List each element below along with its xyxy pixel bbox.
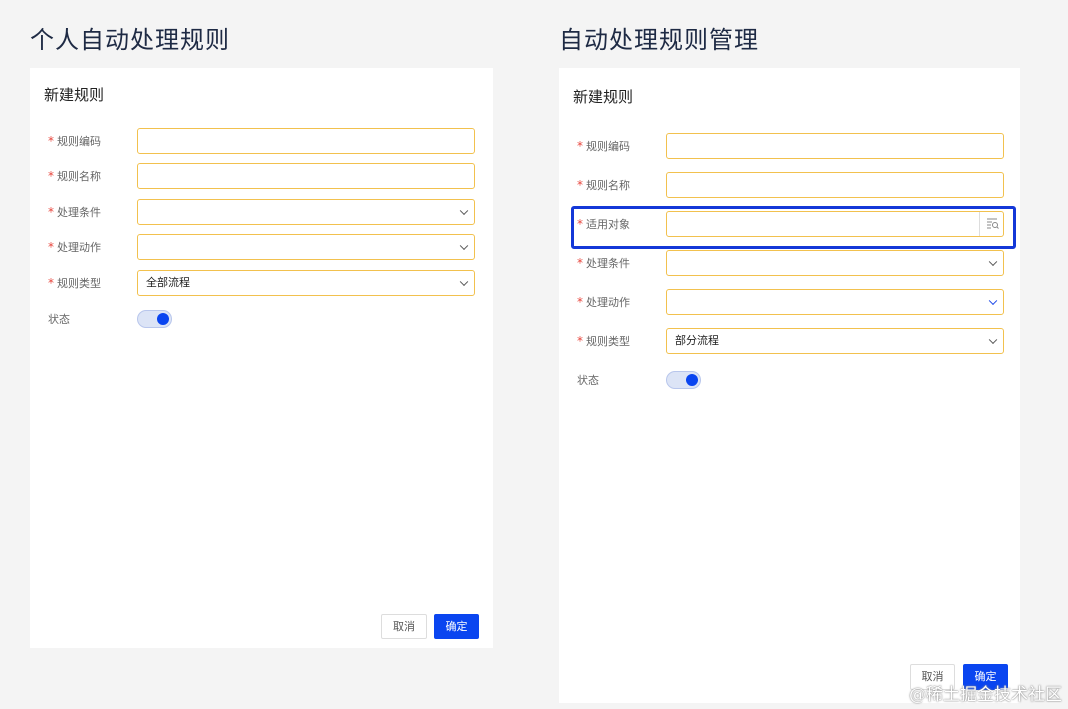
right-rule-name-input[interactable] [666, 172, 1004, 198]
toggle-knob [686, 374, 698, 386]
condition-label: 处理条件 [57, 206, 101, 219]
status-label: 状态 [48, 313, 70, 326]
rule-code-label: 规则编码 [586, 140, 630, 153]
action-label: 处理动作 [586, 296, 630, 309]
left-action-select[interactable] [137, 234, 475, 260]
watermark: @稀土掘金技术社区 [909, 685, 1062, 705]
left-row-rule-code: * 规则编码 [30, 128, 493, 154]
rule-name-label: 规则名称 [586, 179, 630, 192]
right-row-rule-name: * 规则名称 [559, 172, 1020, 198]
right-section-title: 自动处理规则管理 [559, 26, 759, 54]
status-label: 状态 [577, 374, 599, 387]
right-panel-title: 新建规则 [573, 88, 634, 106]
left-row-rule-type: * 规则类型 全部流程 [30, 270, 493, 296]
left-row-action: * 处理动作 [30, 234, 493, 260]
left-rule-type-value: 全部流程 [146, 276, 190, 289]
left-new-rule-panel: 新建规则 * 规则编码 * 规则名称 * 处理条件 * 处理动作 * 规则类型 全部流程 … [30, 68, 493, 648]
rule-type-label: 规则类型 [57, 277, 101, 290]
required-mark: * [48, 169, 54, 183]
left-cancel-button[interactable]: 取消 [381, 614, 427, 639]
rule-name-label: 规则名称 [57, 170, 101, 183]
left-row-status: 状态 [30, 306, 493, 332]
right-row-condition: * 处理条件 [559, 250, 1020, 276]
right-rule-code-input[interactable] [666, 133, 1004, 159]
chevron-down-icon[interactable] [988, 257, 998, 267]
right-status-toggle[interactable] [666, 371, 701, 389]
right-rule-type-value: 部分流程 [675, 334, 719, 347]
required-mark: * [577, 139, 583, 153]
left-panel-title: 新建规则 [44, 86, 105, 104]
left-rule-type-select[interactable]: 全部流程 [137, 270, 475, 296]
right-condition-select[interactable] [666, 250, 1004, 276]
required-mark: * [577, 334, 583, 348]
chevron-down-icon[interactable] [988, 335, 998, 345]
required-mark: * [577, 178, 583, 192]
chevron-down-icon[interactable] [988, 296, 998, 306]
left-row-rule-name: * 规则名称 [30, 163, 493, 189]
required-mark: * [48, 240, 54, 254]
left-ok-button[interactable]: 确定 [434, 614, 479, 639]
right-row-rule-type: * 规则类型 部分流程 [559, 328, 1020, 354]
condition-label: 处理条件 [586, 257, 630, 270]
right-row-rule-code: * 规则编码 [559, 133, 1020, 159]
chevron-down-icon[interactable] [459, 277, 469, 287]
action-label: 处理动作 [57, 241, 101, 254]
chevron-down-icon[interactable] [459, 206, 469, 216]
left-section-title: 个人自动处理规则 [30, 26, 230, 54]
left-rule-name-input[interactable] [137, 163, 475, 189]
left-condition-select[interactable] [137, 199, 475, 225]
right-new-rule-panel: 新建规则 * 规则编码 * 规则名称 * 适用对象 * 处理条件 * 处理动作 … [559, 68, 1020, 703]
toggle-knob [157, 313, 169, 325]
target-row-highlight [571, 206, 1016, 249]
right-action-select[interactable] [666, 289, 1004, 315]
left-row-condition: * 处理条件 [30, 199, 493, 225]
right-row-action: * 处理动作 [559, 289, 1020, 315]
left-rule-code-input[interactable] [137, 128, 475, 154]
chevron-down-icon[interactable] [459, 241, 469, 251]
required-mark: * [577, 256, 583, 270]
right-row-status: 状态 [559, 367, 1020, 393]
rule-code-label: 规则编码 [57, 135, 101, 148]
left-status-toggle[interactable] [137, 310, 172, 328]
rule-type-label: 规则类型 [586, 335, 630, 348]
required-mark: * [577, 295, 583, 309]
required-mark: * [48, 276, 54, 290]
right-rule-type-select[interactable]: 部分流程 [666, 328, 1004, 354]
required-mark: * [48, 205, 54, 219]
required-mark: * [48, 134, 54, 148]
